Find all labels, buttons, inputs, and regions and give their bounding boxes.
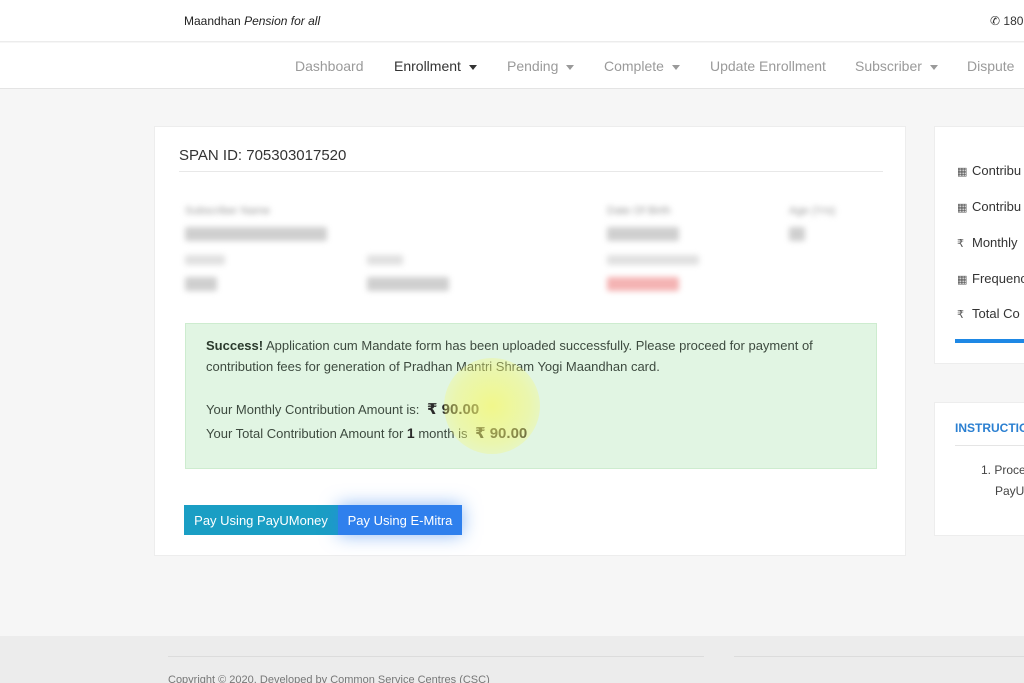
subscriber-name-value xyxy=(185,227,327,241)
divider xyxy=(179,171,883,172)
summary-accent-bar xyxy=(955,339,1024,343)
dob-value xyxy=(607,227,679,241)
instruction-line-2: PayU xyxy=(995,484,1024,498)
monthly-amount-value: ₹ 90.00 xyxy=(427,401,480,418)
calendar-icon: ▦ xyxy=(957,274,968,286)
divider xyxy=(168,656,704,657)
footer: Copyright © 2020. Developed by Common Se… xyxy=(0,636,1024,683)
pay-payumoney-button[interactable]: Pay Using PayUMoney xyxy=(184,505,338,535)
nav-dashboard[interactable]: Dashboard xyxy=(295,58,364,74)
chevron-down-icon xyxy=(566,64,575,70)
pay-emitra-button[interactable]: Pay Using E-Mitra xyxy=(338,505,462,535)
gender-value xyxy=(185,277,217,291)
gender-label xyxy=(185,255,225,265)
summary-item-frequency: ▦ Frequenc xyxy=(957,271,1024,286)
mobile-label xyxy=(367,255,403,265)
summary-item-contribution-2: ▦ Contribu xyxy=(957,199,1022,214)
nav-dispute[interactable]: Dispute xyxy=(967,58,1014,74)
monthly-amount-label: Your Monthly Contribution Amount is: xyxy=(206,402,420,417)
nav-update-enrollment[interactable]: Update Enrollment xyxy=(710,58,826,74)
age-value xyxy=(789,227,805,241)
main-navbar: Dashboard Enrollment Pending Complete Up… xyxy=(0,43,1024,89)
nav-subscriber[interactable]: Subscriber xyxy=(855,58,938,74)
success-alert: Success! Application cum Mandate form ha… xyxy=(185,323,877,469)
summary-item-monthly: ₹ Monthly xyxy=(957,235,1018,250)
brand-tagline: Pension for all xyxy=(244,14,321,28)
status-value xyxy=(607,277,679,291)
chevron-down-icon xyxy=(468,64,477,70)
total-amount-value: ₹ 90.00 xyxy=(475,425,528,442)
rupee-icon: ₹ xyxy=(957,309,964,321)
instructions-card: INSTRUCTIO 1. Proce PayU xyxy=(934,402,1024,536)
monthly-amount-line: Your Monthly Contribution Amount is: ₹ 9… xyxy=(206,400,479,418)
age-label: Age (Yrs) xyxy=(789,205,836,217)
nav-pending[interactable]: Pending xyxy=(507,58,575,74)
instruction-line-1: 1. Proce xyxy=(981,463,1024,477)
top-bar: Maandhan Pension for all ✆ 180 xyxy=(0,0,1024,42)
brand-logo-text[interactable]: Maandhan Pension for all xyxy=(184,14,320,28)
nav-complete[interactable]: Complete xyxy=(604,58,680,74)
calendar-icon: ▦ xyxy=(957,202,968,214)
rupee-icon: ₹ xyxy=(957,238,964,250)
mobile-value xyxy=(367,277,449,291)
helpline: ✆ 180 xyxy=(990,14,1023,28)
calendar-icon: ▦ xyxy=(957,166,968,178)
total-amount-line: Your Total Contribution Amount for 1 mon… xyxy=(206,424,527,442)
total-amount-label-suffix: month is xyxy=(418,426,468,441)
total-months: 1 xyxy=(406,425,415,441)
instructions-title: INSTRUCTIO xyxy=(955,421,1024,435)
summary-item-contribution-1: ▦ Contribu xyxy=(957,163,1022,178)
success-body: Application cum Mandate form has been up… xyxy=(206,338,813,374)
success-message: Success! Application cum Mandate form ha… xyxy=(206,335,866,377)
divider xyxy=(734,656,1024,657)
copyright-text: Copyright © 2020. Developed by Common Se… xyxy=(168,674,490,683)
subscriber-name-label: Subscriber Name xyxy=(185,205,270,217)
chevron-down-icon xyxy=(929,64,938,70)
phone-icon: ✆ xyxy=(990,14,1001,28)
chevron-down-icon xyxy=(671,64,680,70)
nav-enrollment[interactable]: Enrollment xyxy=(394,58,477,74)
span-id-heading: SPAN ID: 705303017520 xyxy=(179,147,347,164)
status-label xyxy=(607,255,699,265)
summary-item-total: ₹ Total Co xyxy=(957,306,1020,321)
dob-label: Date Of Birth xyxy=(607,205,671,217)
enrollment-card: SPAN ID: 705303017520 Subscriber Name Da… xyxy=(154,126,906,556)
total-amount-label-prefix: Your Total Contribution Amount for xyxy=(206,426,404,441)
phone-number: 180 xyxy=(1003,14,1024,28)
divider xyxy=(955,445,1024,446)
brand-name: Maandhan xyxy=(184,14,241,28)
success-strong: Success! xyxy=(206,338,264,353)
contribution-summary-card: ▦ Contribu ▦ Contribu ₹ Monthly ▦ Frequenc ₹… xyxy=(934,126,1024,364)
